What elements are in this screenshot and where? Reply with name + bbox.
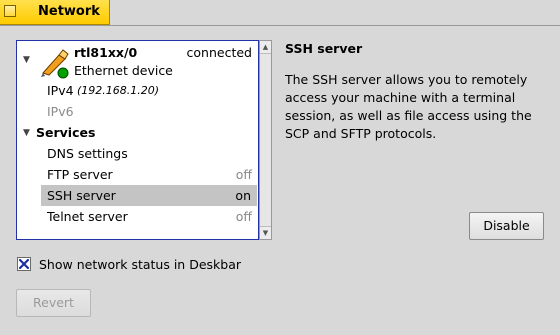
service-row-ftp[interactable]: FTP server off bbox=[17, 164, 258, 185]
service-state: off bbox=[235, 209, 252, 224]
services-header: Services bbox=[36, 125, 96, 140]
service-row-telnet[interactable]: Telnet server off bbox=[17, 206, 258, 227]
window-title: Network bbox=[38, 4, 100, 19]
ipv6-row[interactable]: IPv6 bbox=[17, 101, 258, 122]
scroll-down-arrow-icon[interactable]: ▼ bbox=[260, 226, 271, 239]
service-label: SSH server bbox=[47, 188, 116, 203]
service-label: DNS settings bbox=[47, 146, 128, 161]
detail-title: SSH server bbox=[285, 41, 363, 56]
service-label: FTP server bbox=[47, 167, 113, 182]
interface-list[interactable]: ▼ rtl81xx/0 connected Ethernet device IP… bbox=[16, 40, 259, 240]
detail-description: The SSH server allows you to remotely ac… bbox=[285, 72, 532, 141]
device-type: Ethernet device bbox=[74, 63, 173, 78]
service-row-dns[interactable]: DNS settings bbox=[17, 143, 258, 164]
ipv4-row[interactable]: IPv4 (192.168.1.20) bbox=[17, 80, 258, 101]
service-row-ssh[interactable]: SSH server on bbox=[41, 185, 257, 206]
scroll-up-arrow-icon[interactable]: ▲ bbox=[260, 41, 271, 54]
ipv4-label: IPv4 bbox=[47, 83, 74, 98]
service-state: off bbox=[235, 167, 252, 182]
service-label: Telnet server bbox=[47, 209, 128, 224]
revert-button[interactable]: Revert bbox=[16, 289, 91, 317]
service-state: on bbox=[235, 188, 251, 203]
deskbar-checkbox-label[interactable]: Show network status in Deskbar bbox=[39, 257, 241, 272]
deskbar-checkbox[interactable] bbox=[17, 257, 31, 271]
disable-button[interactable]: Disable bbox=[469, 212, 544, 240]
device-type-row: Ethernet device bbox=[17, 60, 258, 81]
ipv6-label: IPv6 bbox=[47, 104, 74, 119]
checkmark-icon bbox=[19, 259, 29, 269]
list-scrollbar[interactable]: ▲ ▼ bbox=[259, 40, 272, 240]
close-icon[interactable] bbox=[4, 5, 16, 17]
services-header-row[interactable]: Services bbox=[17, 122, 258, 143]
window-tab[interactable]: Network bbox=[0, 0, 110, 25]
ipv4-address: (192.168.1.20) bbox=[77, 84, 160, 97]
